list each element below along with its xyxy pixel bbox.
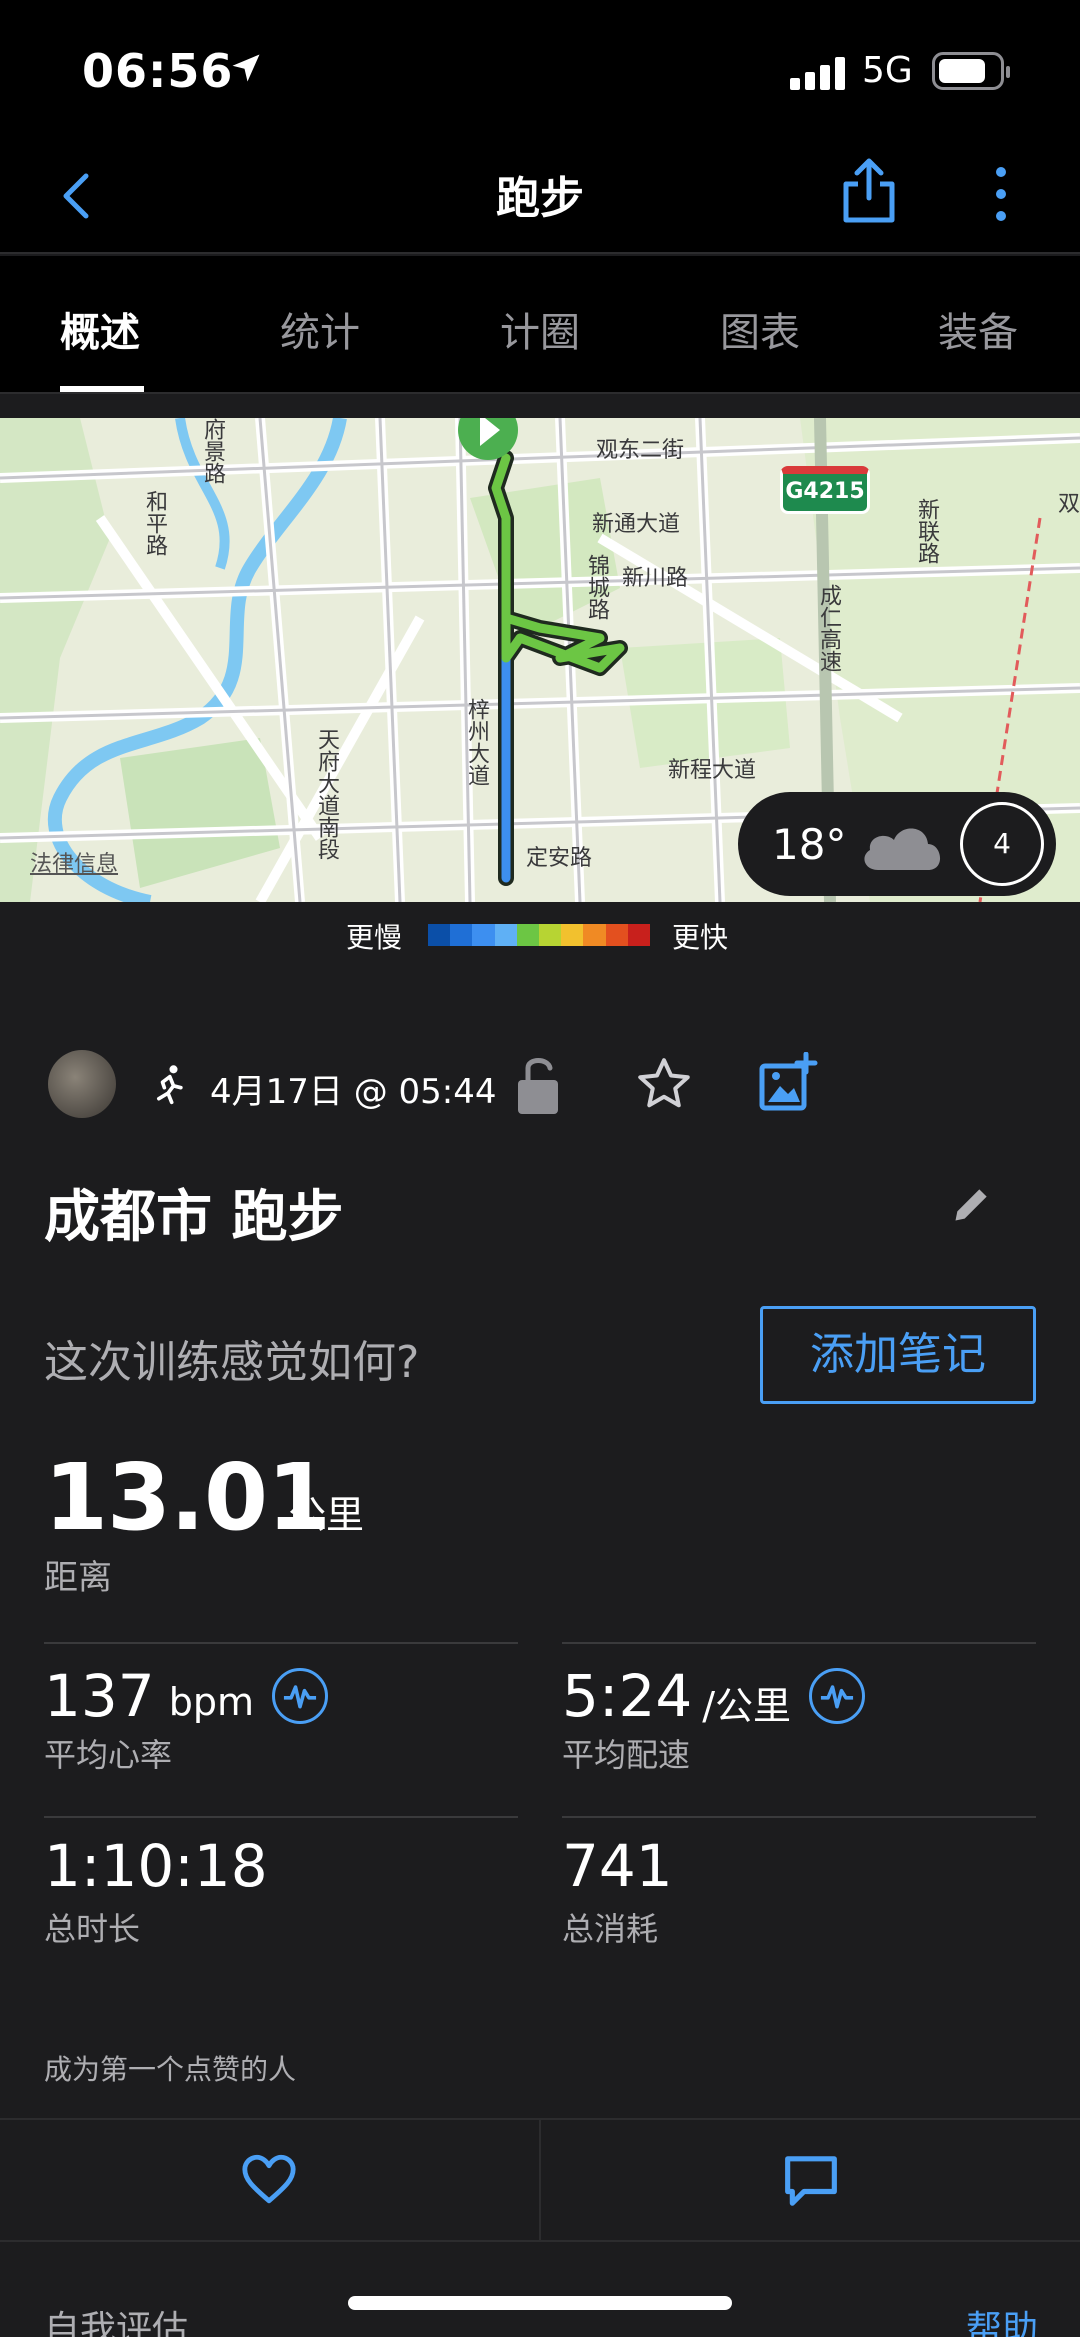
feel-prompt: 这次训练感觉如何? xyxy=(44,1337,420,1388)
add-photo-icon[interactable] xyxy=(758,1052,818,1112)
action-bar xyxy=(0,2118,1080,2242)
edit-pencil-icon[interactable] xyxy=(950,1182,994,1226)
tab-overview[interactable]: 概述 xyxy=(60,300,140,358)
pace-color-scale xyxy=(428,924,651,946)
pace-legend: 更慢 更快 xyxy=(0,912,1080,958)
pace-color-swatch xyxy=(428,924,451,946)
pulse-ox-icon[interactable] xyxy=(809,1668,866,1724)
map-label: 天府大道南段 xyxy=(314,728,339,860)
map-label: 观东二街 xyxy=(596,438,685,463)
avg-hr-unit: bpm xyxy=(168,1680,254,1724)
battery-icon xyxy=(932,52,1010,90)
likes-prompt: 成为第一个点赞的人 xyxy=(44,2053,297,2086)
add-note-button[interactable]: 添加笔记 xyxy=(760,1306,1036,1404)
comment-button[interactable] xyxy=(541,2120,1080,2240)
map-label: 新程大道 xyxy=(668,758,757,783)
signal-icon xyxy=(790,56,846,90)
pace-color-swatch xyxy=(516,924,540,946)
tab-active-indicator xyxy=(60,386,144,392)
divider xyxy=(44,1642,518,1644)
pace-color-swatch xyxy=(627,924,651,946)
avg-pace-value: 5:24 xyxy=(562,1662,693,1730)
location-arrow-icon xyxy=(232,54,260,82)
map-label: 定安路 xyxy=(526,846,593,871)
highway-badge: G4215 xyxy=(780,466,870,514)
page-title: 跑步 xyxy=(496,173,584,224)
map-label: 府景路 xyxy=(200,418,225,484)
status-time: 06:56 xyxy=(82,44,234,98)
tab-gear[interactable]: 装备 xyxy=(938,300,1018,358)
navigation-bar: 跑步 xyxy=(0,140,1080,254)
map-label: 双 xyxy=(1058,492,1080,517)
share-icon[interactable] xyxy=(838,156,900,226)
map-label: 锦城路 xyxy=(584,554,609,620)
cloud-icon xyxy=(864,828,941,870)
like-button[interactable] xyxy=(0,2120,539,2240)
duration-label: 总时长 xyxy=(44,1910,141,1948)
weather-widget: 18° 4 xyxy=(738,792,1056,896)
divider xyxy=(562,1816,1036,1818)
calories-value: 741 xyxy=(562,1832,673,1900)
unlocked-icon[interactable] xyxy=(514,1054,566,1116)
pace-color-swatch xyxy=(583,924,606,946)
status-bar: 06:56 5G xyxy=(0,0,1080,140)
avg-hr-value: 137 xyxy=(44,1662,155,1730)
map-label: 成仁高速 xyxy=(816,584,841,672)
divider xyxy=(44,1816,518,1818)
map-label: 新通大道 xyxy=(592,512,681,537)
avg-hr-label: 平均心率 xyxy=(44,1736,173,1774)
wind-compass: 4 xyxy=(960,802,1044,886)
tab-charts[interactable]: 图表 xyxy=(720,300,800,358)
pace-color-swatch xyxy=(605,924,628,946)
running-icon xyxy=(157,1065,183,1105)
activity-title: 成都市 跑步 xyxy=(44,1185,344,1250)
network-type: 5G xyxy=(862,50,913,91)
pulse-ox-icon[interactable] xyxy=(271,1668,328,1724)
pace-color-swatch xyxy=(494,924,517,946)
legend-faster-label: 更快 xyxy=(672,921,729,954)
help-link[interactable]: 帮助 xyxy=(966,2300,1038,2337)
map-label: 和平路 xyxy=(142,490,167,556)
avg-pace-label: 平均配速 xyxy=(562,1736,691,1774)
map-label: 新联路 xyxy=(914,498,939,564)
comment-icon xyxy=(785,2156,837,2206)
map-label: 梓州大道 xyxy=(464,698,489,786)
tab-bar: 概述 统计 计圈 图表 装备 xyxy=(0,256,1080,394)
distance-unit: 公里 xyxy=(288,1493,365,1537)
legend-slower-label: 更慢 xyxy=(346,921,403,954)
tab-stats[interactable]: 统计 xyxy=(280,300,360,358)
divider xyxy=(562,1642,1036,1644)
legal-info-link[interactable]: 法律信息 xyxy=(30,846,118,878)
heart-icon xyxy=(242,2154,296,2204)
avatar[interactable] xyxy=(48,1050,116,1118)
temperature: 18° xyxy=(772,820,847,869)
avg-pace-unit: /公里 xyxy=(702,1683,792,1728)
map-label: 新川路 xyxy=(622,566,689,591)
pace-color-swatch xyxy=(561,924,584,946)
pace-color-swatch xyxy=(539,924,562,946)
duration-value: 1:10:18 xyxy=(44,1832,268,1900)
pace-color-swatch xyxy=(472,924,495,946)
pace-stat: 5:24 /公里 xyxy=(562,1656,866,1736)
route-map[interactable]: 观东二街 新通大道 新川路 新程大道 定安路 天府大道南段 梓州大道 和平路 新… xyxy=(0,418,1080,902)
calories-label: 总消耗 xyxy=(562,1910,659,1948)
self-evaluation-heading: 自我评估 xyxy=(44,2309,189,2337)
activity-date: 4月17日 @ 05:44 xyxy=(210,1072,497,1112)
distance-label: 距离 xyxy=(44,1558,112,1598)
star-icon[interactable] xyxy=(634,1054,694,1114)
hr-stat: 137 bpm xyxy=(44,1656,328,1736)
home-indicator xyxy=(348,2296,732,2310)
more-options-icon[interactable] xyxy=(986,162,1016,226)
tab-laps[interactable]: 计圈 xyxy=(500,300,580,358)
pace-color-swatch xyxy=(450,924,473,946)
